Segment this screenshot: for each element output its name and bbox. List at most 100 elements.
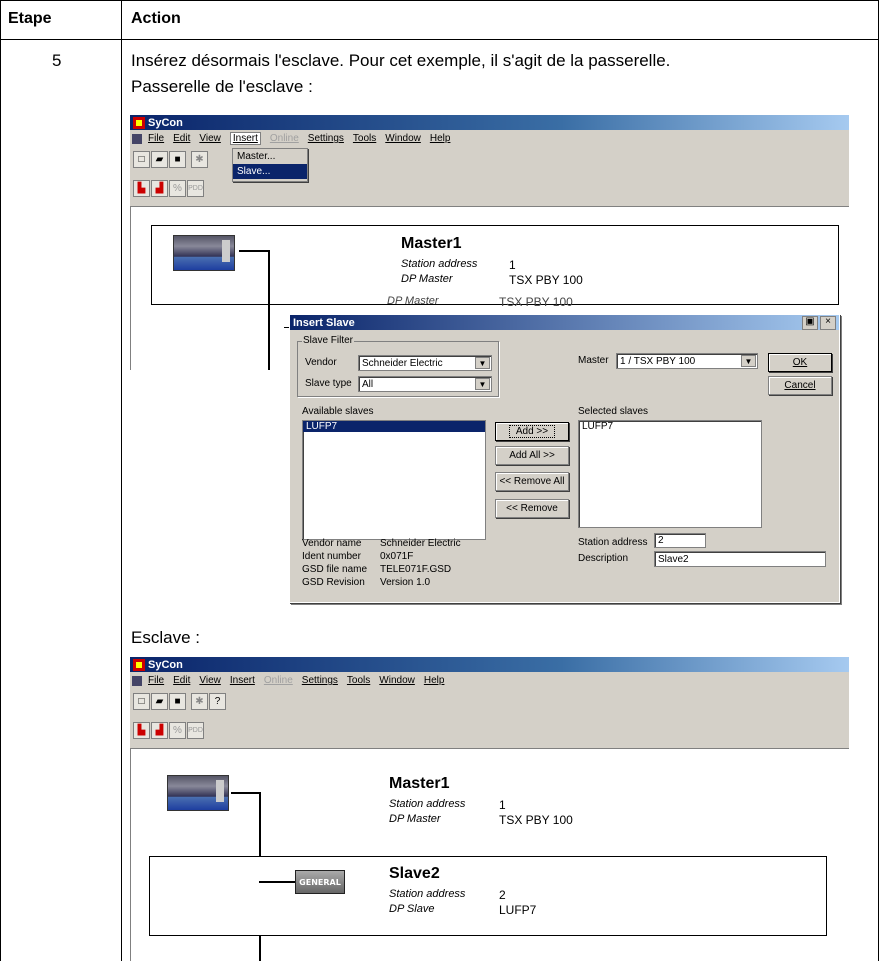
chevron-down-icon[interactable]: ▼ (741, 355, 756, 367)
network-canvas-2: Master1 Station address 1 DP Master TSX … (130, 748, 849, 961)
gsd-revision-value: Version 1.0 (380, 577, 431, 588)
vendor-name-value: Schneider Electric (380, 538, 461, 549)
menu-item-slave[interactable]: Slave... (233, 164, 307, 179)
menu-insert[interactable]: Insert (230, 675, 255, 686)
gsd-file-value: TELE071F.GSD (380, 564, 452, 575)
vendor-select[interactable]: Schneider Electric ▼ (358, 355, 492, 371)
chevron-down-icon[interactable]: ▼ (475, 378, 490, 390)
station-address-input[interactable]: 2 (654, 533, 706, 548)
slave-type-select[interactable]: All ▼ (358, 376, 492, 392)
pdd-button[interactable]: PDD (187, 722, 204, 739)
master-select[interactable]: 1 / TSX PBY 100 ▼ (616, 353, 758, 369)
disabled-tool-icon[interactable]: % (169, 722, 186, 739)
list-item[interactable]: LUFP7 (303, 421, 485, 432)
slave-station-value: 2 (499, 888, 506, 902)
slave-type-value: LUFP7 (499, 903, 537, 917)
menu-view[interactable]: View (199, 133, 221, 144)
remove-button[interactable]: << Remove (495, 499, 569, 518)
chevron-down-icon[interactable]: ▼ (475, 357, 490, 369)
save-icon[interactable]: ■ (169, 150, 186, 168)
menu-file[interactable]: File (148, 675, 164, 686)
open-folder-icon[interactable]: ▰ (151, 692, 168, 710)
selected-slaves-label: Selected slaves (578, 406, 649, 417)
menu-window[interactable]: Window (379, 675, 415, 686)
pdd-button[interactable]: PDD (187, 180, 204, 197)
master-type-value: TSX PBY 100 (509, 273, 583, 287)
help-icon[interactable]: ▣ (802, 316, 818, 330)
available-slaves-list[interactable]: LUFP7 (302, 420, 486, 540)
menu-tools[interactable]: Tools (347, 675, 370, 686)
bus-connector (231, 792, 261, 794)
intro-text: Insérez désormais l'esclave. Pour cet ex… (131, 51, 671, 70)
ok-button[interactable]: OK (768, 353, 832, 372)
menu-tools[interactable]: Tools (353, 133, 376, 144)
table-border-top (0, 0, 879, 1)
titlebar: SyCon (130, 657, 849, 672)
save-icon[interactable]: ■ (169, 692, 186, 710)
table-col-divider (121, 0, 122, 961)
vendor-name-label: Vendor name (302, 538, 362, 549)
master-type-label: DP Master (401, 273, 453, 285)
menu-edit[interactable]: Edit (173, 133, 190, 144)
toolbar-1: □ ▰ ■ ✱ ? (130, 689, 849, 713)
mdi-icon (132, 675, 142, 686)
ident-number-label: Ident number (302, 551, 361, 562)
add-button[interactable]: Add >> (495, 422, 569, 441)
add-all-button[interactable]: Add All >> (495, 446, 569, 465)
new-file-icon[interactable]: □ (133, 692, 150, 710)
close-icon[interactable]: × (820, 316, 836, 330)
header-action: Action (131, 10, 181, 27)
menu-item-master[interactable]: Master... (233, 149, 307, 164)
help-icon[interactable]: ? (209, 692, 226, 710)
new-file-icon[interactable]: □ (133, 150, 150, 168)
menu-help[interactable]: Help (430, 133, 451, 144)
sycon-app-icon (133, 658, 145, 671)
menu-help[interactable]: Help (424, 675, 445, 686)
menu-edit[interactable]: Edit (173, 675, 190, 686)
insert-master-icon[interactable]: ▙ (133, 180, 150, 197)
gsd-revision-label: GSD Revision (302, 577, 365, 588)
dialog-title: Insert Slave (293, 316, 355, 329)
intro-text-2: Passerelle de l'esclave : (131, 77, 313, 96)
menu-online[interactable]: Online (264, 675, 293, 686)
master-type-label: DP Master (389, 813, 441, 825)
network-scan-icon[interactable]: ✱ (191, 150, 208, 168)
master-title: Master1 (401, 235, 462, 252)
cancel-button[interactable]: Cancel (768, 376, 832, 395)
plc-master-icon (173, 235, 235, 271)
selected-slaves-list[interactable]: LUFP7 (578, 420, 762, 528)
disabled-tool-icon[interactable]: % (169, 180, 186, 197)
bus-connector (239, 250, 269, 252)
overlap-type-label: DP Master (387, 295, 439, 307)
menu-online[interactable]: Online (270, 133, 299, 144)
menu-view[interactable]: View (199, 675, 221, 686)
menubar: File Edit View Insert Online Settings To… (130, 130, 849, 147)
network-scan-icon[interactable]: ✱ (191, 692, 208, 710)
remove-all-button[interactable]: << Remove All (495, 472, 569, 491)
menubar: File Edit View Insert Online Settings To… (130, 672, 849, 689)
insert-slave-icon[interactable]: ▟ (151, 722, 168, 739)
slave-bus-connector (259, 881, 295, 883)
insert-slave-icon[interactable]: ▟ (151, 180, 168, 197)
menu-file[interactable]: File (148, 133, 164, 144)
insert-slave-dialog: Insert Slave ▣ × Slave Filter Vendor Sch… (289, 314, 840, 603)
slave-title: Slave2 (389, 865, 440, 882)
menu-settings[interactable]: Settings (308, 133, 344, 144)
sycon-window-2: SyCon File Edit View Insert Online Setti… (130, 657, 849, 961)
vendor-select-value: Schneider Electric (362, 357, 443, 369)
menu-settings[interactable]: Settings (302, 675, 338, 686)
slave-node-box (149, 856, 827, 936)
vendor-label: Vendor (305, 357, 337, 368)
open-folder-icon[interactable]: ▰ (151, 150, 168, 168)
window-title: SyCon (148, 116, 183, 129)
master-station-value: 1 (509, 258, 516, 272)
list-item[interactable]: LUFP7 (579, 421, 761, 432)
menu-insert[interactable]: Insert (229, 132, 261, 145)
plc-master-icon (167, 775, 229, 811)
gsd-file-label: GSD file name (302, 564, 368, 575)
window-title: SyCon (148, 658, 183, 671)
menu-window[interactable]: Window (385, 133, 421, 144)
insert-master-icon[interactable]: ▙ (133, 722, 150, 739)
master-station-value: 1 (499, 798, 506, 812)
description-input[interactable]: Slave2 (654, 551, 826, 567)
